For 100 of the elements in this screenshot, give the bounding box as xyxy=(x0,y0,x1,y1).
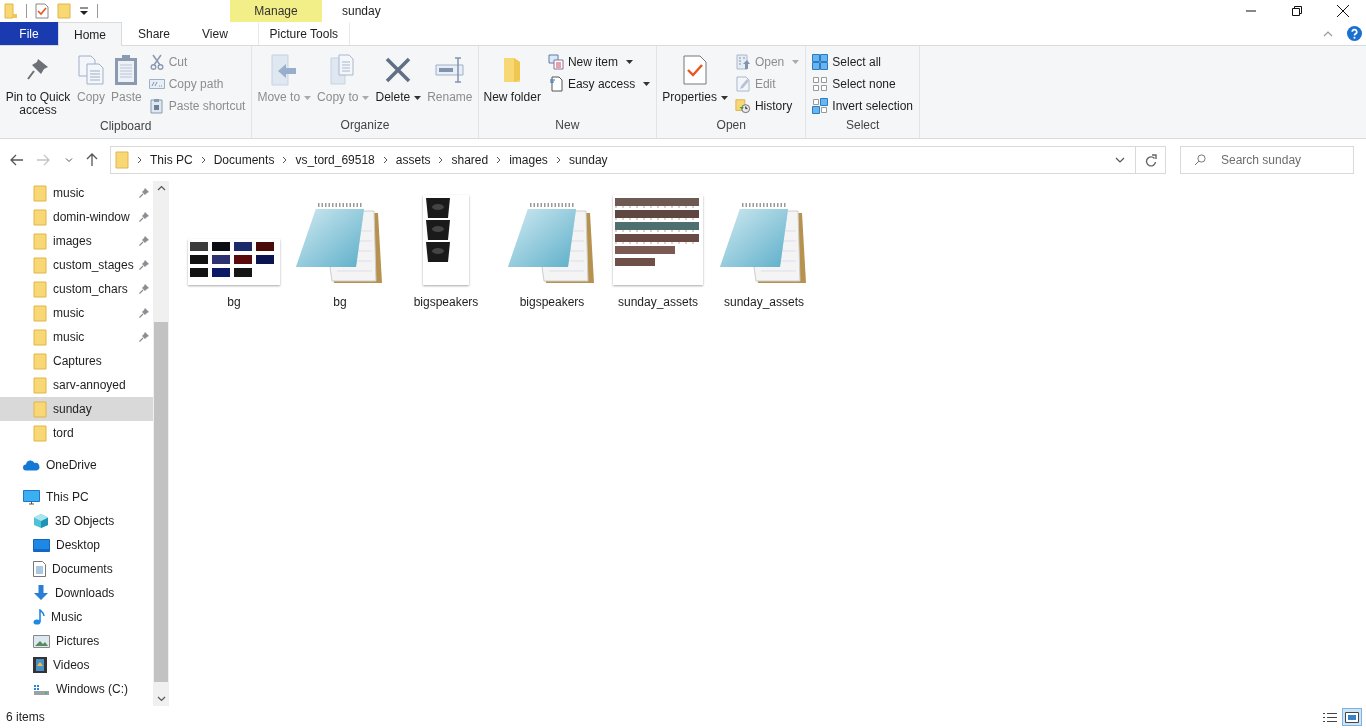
file-item[interactable]: bigspeakers xyxy=(501,191,603,311)
breadcrumb[interactable]: images xyxy=(509,153,548,167)
folder-item[interactable]: music xyxy=(0,181,153,205)
chevron-icon xyxy=(282,156,288,164)
ribbon-tab[interactable]: View xyxy=(186,22,244,45)
properties-icon xyxy=(683,55,708,85)
folder-icon xyxy=(33,328,47,346)
tree-item[interactable]: This PC xyxy=(0,485,153,509)
close-icon xyxy=(1337,5,1349,17)
folder-item[interactable]: custom_stages xyxy=(0,253,153,277)
address-bar[interactable]: This PC Documents vs_tord_69518 assets shared images sunday xyxy=(110,146,1136,174)
folder-item[interactable]: Captures xyxy=(0,349,153,373)
copy-icon xyxy=(77,54,105,86)
ribbon-button[interactable]: Select all xyxy=(809,52,916,72)
folder-icon xyxy=(33,352,47,370)
tree-item[interactable]: Pictures xyxy=(0,629,153,653)
large-icons-view-button[interactable] xyxy=(1342,708,1362,726)
breadcrumb[interactable]: Documents xyxy=(213,153,275,167)
folder-icon xyxy=(33,376,47,394)
file-item[interactable]: sunday_assets xyxy=(713,191,815,311)
tree-item[interactable]: Windows (C:) xyxy=(0,677,153,701)
tree-item[interactable]: 3D Objects xyxy=(0,509,153,533)
group-label: Organize xyxy=(339,118,391,134)
breadcrumb[interactable]: shared xyxy=(451,153,489,167)
item-count: 6 items xyxy=(6,710,45,724)
search-field[interactable]: Search sunday xyxy=(1180,146,1354,174)
file-tab[interactable]: File xyxy=(0,22,58,45)
ribbon-button[interactable]: History xyxy=(731,96,803,116)
chevron-icon xyxy=(382,156,388,164)
folder-item[interactable]: images xyxy=(0,229,153,253)
select-all-icon xyxy=(812,54,829,70)
chevron-icon xyxy=(496,156,502,164)
folder-icon xyxy=(33,400,47,418)
ribbon-button[interactable]: Select none xyxy=(809,74,916,94)
pictures-icon xyxy=(33,634,50,648)
ribbon-button[interactable]: New folder xyxy=(481,50,543,106)
scroll-thumb[interactable] xyxy=(154,322,168,682)
document-icon xyxy=(33,561,46,577)
ribbon-button[interactable]: Properties xyxy=(660,50,730,106)
path-icon xyxy=(148,79,165,89)
rename-icon xyxy=(434,57,465,83)
breadcrumb[interactable]: sunday xyxy=(568,153,608,167)
tree-item[interactable]: Downloads xyxy=(0,581,153,605)
folder-item[interactable]: custom_chars xyxy=(0,277,153,301)
folder-icon xyxy=(115,151,129,169)
collapse-ribbon-icon[interactable] xyxy=(1323,30,1333,37)
folder-item[interactable]: domin-window xyxy=(0,205,153,229)
breadcrumb[interactable]: vs_tord_69518 xyxy=(295,153,375,167)
group-label: New xyxy=(554,118,581,134)
folder-item[interactable]: sarv-annoyed xyxy=(0,373,153,397)
film-icon xyxy=(33,657,47,673)
tree-item[interactable]: Documents xyxy=(0,557,153,581)
file-item[interactable]: sunday_assets xyxy=(607,191,709,311)
scrollbar[interactable] xyxy=(153,181,169,706)
folder-item[interactable]: sunday xyxy=(0,397,153,421)
large-icons-view-icon xyxy=(1345,711,1359,723)
help-icon[interactable] xyxy=(1347,26,1362,41)
new-item-icon xyxy=(547,54,564,70)
download-icon xyxy=(33,585,49,601)
refresh-button[interactable] xyxy=(1136,146,1166,174)
ribbon-button[interactable]: Easy access xyxy=(544,74,654,94)
group-label: Select xyxy=(844,118,881,134)
folder-icon xyxy=(33,184,47,202)
tree-item[interactable]: Desktop xyxy=(0,533,153,557)
properties-icon[interactable] xyxy=(35,3,49,19)
tree-item[interactable]: OneDrive xyxy=(0,453,153,477)
file-item[interactable]: bigspeakers xyxy=(395,191,497,311)
cube-icon xyxy=(33,513,49,529)
file-item[interactable]: bg xyxy=(183,191,285,311)
file-item[interactable]: bg xyxy=(289,191,391,311)
select-none-icon xyxy=(812,76,829,92)
ribbon-tab[interactable]: Home xyxy=(58,22,122,46)
scissors-icon xyxy=(149,54,164,70)
tree-item[interactable]: Videos xyxy=(0,653,153,677)
folder-item[interactable]: music xyxy=(0,301,153,325)
folder-icon xyxy=(33,304,47,322)
folder-icon xyxy=(33,424,47,442)
ribbon-button[interactable]: Invert selection xyxy=(809,96,916,116)
restore-icon xyxy=(1292,6,1302,16)
ribbon-tab[interactable]: Share xyxy=(122,22,187,45)
ribbon-button[interactable]: Pin to Quick access xyxy=(3,50,73,119)
ribbon-tab[interactable]: Picture Tools xyxy=(257,22,350,45)
dropdown-icon[interactable] xyxy=(1115,157,1125,163)
breadcrumb[interactable]: This PC xyxy=(150,153,193,167)
move-icon xyxy=(270,54,299,86)
folder-icon xyxy=(33,232,47,250)
chevron-icon xyxy=(438,156,444,164)
ribbon-button[interactable]: Delete xyxy=(373,50,424,106)
chevron-icon xyxy=(200,156,206,164)
up-icon[interactable] xyxy=(86,153,98,167)
back-icon[interactable] xyxy=(10,154,24,166)
folder-item[interactable]: music xyxy=(0,325,153,349)
scroll-up-icon[interactable] xyxy=(156,185,166,191)
folder-icon xyxy=(502,56,523,84)
scroll-down-icon[interactable] xyxy=(156,696,166,702)
tree-item[interactable]: Music xyxy=(0,605,153,629)
ribbon-button[interactable]: New item xyxy=(544,52,654,72)
customize-icon[interactable] xyxy=(79,5,89,17)
breadcrumb[interactable]: assets xyxy=(395,153,431,167)
folder-item[interactable]: tord xyxy=(0,421,153,445)
